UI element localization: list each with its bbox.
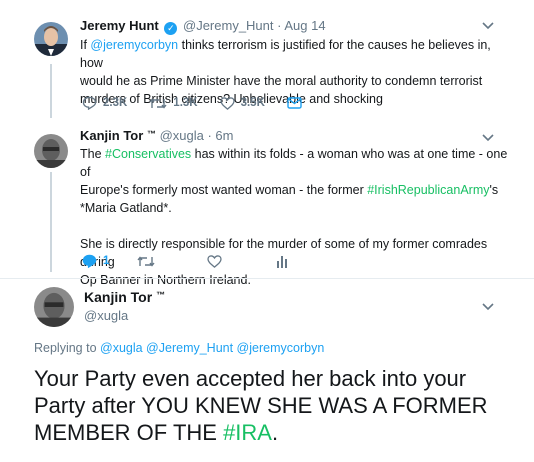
text-segment: MEMBER OF THE	[34, 420, 224, 445]
chevron-down-icon[interactable]	[482, 299, 494, 314]
avatar-kanjin-tor[interactable]	[34, 287, 74, 327]
text-segment: Europe's formerly most wanted woman - th…	[80, 183, 368, 197]
avatar-jeremy-hunt[interactable]	[34, 22, 68, 56]
text-line: *Maria Gatland*.	[80, 201, 172, 215]
author-handle[interactable]: @xugla	[160, 128, 204, 143]
retweet-button[interactable]	[137, 255, 161, 268]
author-name[interactable]: Kanjin Tor	[84, 289, 152, 305]
text-segment: .	[271, 420, 279, 445]
author-handle[interactable]: @Jeremy_Hunt	[183, 18, 274, 33]
text-line: Party after YOU KNEW SHE WAS A FORMER	[34, 393, 488, 418]
analytics-icon	[277, 255, 288, 268]
tweet2-header: Kanjin Tor ™ @xugla · 6m	[80, 128, 233, 143]
message-button[interactable]	[287, 97, 308, 109]
chevron-down-icon[interactable]	[482, 130, 494, 145]
reply-button[interactable]: 2.3K	[82, 96, 127, 110]
author-handle[interactable]: @xugla	[84, 308, 128, 323]
trademark: ™	[146, 129, 156, 139]
tweet-kanjin-tor-1[interactable]: Kanjin Tor ™ @xugla · 6m The #Conservati…	[0, 124, 534, 287]
hashtag-ira-full[interactable]: #IrishRepublicanArmy	[367, 183, 489, 197]
tweet-kanjin-tor-focused[interactable]: Kanjin Tor ™ @xugla Replying to @xugla @…	[0, 279, 534, 462]
tweet3-text: Your Party even accepted her back into y…	[34, 365, 514, 446]
replying-label: Replying to	[34, 341, 101, 355]
reply-targets[interactable]: @xugla @Jeremy_Hunt @jeremycorbyn	[100, 341, 324, 355]
message-icon	[287, 97, 302, 109]
trademark: ™	[156, 290, 166, 300]
tweet3-author: Kanjin Tor ™	[84, 289, 165, 305]
text-segment: 's	[489, 183, 499, 197]
tweet-jeremy-hunt[interactable]: Jeremy Hunt ✓ @Jeremy_Hunt · Aug 14 If @…	[0, 0, 534, 124]
like-button[interactable]: 3.5K	[219, 96, 265, 110]
like-button[interactable]	[207, 254, 228, 268]
tweet-thread-card: Jeremy Hunt ✓ @Jeremy_Hunt · Aug 14 If @…	[0, 0, 534, 462]
text-line: would he as Prime Minister have the mora…	[80, 74, 483, 88]
reply-button[interactable]: 1	[82, 254, 109, 268]
reply-count: 2.3K	[103, 97, 128, 109]
text-segment: The	[80, 147, 106, 161]
text-segment: If	[80, 38, 91, 52]
tweet-time[interactable]: 6m	[215, 128, 233, 143]
author-name[interactable]: Jeremy Hunt	[80, 18, 159, 33]
author-name[interactable]: Kanjin Tor	[80, 128, 143, 143]
avatar-kanjin-tor[interactable]	[34, 134, 68, 168]
text-line: Your Party even accepted her back into y…	[34, 366, 467, 391]
tweet2-actions: 1	[82, 254, 316, 268]
tweet1-actions: 2.3K 1.3K 3.5K	[82, 96, 330, 110]
hashtag-conservatives[interactable]: #Conservatives	[105, 147, 191, 161]
reply-count: 1	[103, 255, 110, 267]
replying-to: Replying to @xugla @Jeremy_Hunt @jeremyc…	[34, 341, 324, 355]
reply-icon	[82, 96, 97, 110]
separator: ·	[273, 18, 285, 33]
retweet-icon	[149, 97, 167, 109]
reply-icon	[82, 254, 97, 268]
hashtag-ira[interactable]: #IRA	[223, 420, 272, 445]
tweet-time[interactable]: Aug 14	[284, 18, 325, 33]
mention-link[interactable]: @jeremycorbyn	[90, 38, 178, 52]
verified-badge-icon: ✓	[164, 22, 178, 35]
retweet-button[interactable]: 1.3K	[149, 97, 198, 110]
retweet-count: 1.3K	[173, 97, 198, 109]
retweet-icon	[137, 255, 155, 267]
chevron-down-icon[interactable]	[482, 18, 494, 33]
separator: ·	[203, 128, 216, 143]
like-icon	[219, 96, 235, 110]
tweet1-header: Jeremy Hunt ✓ @Jeremy_Hunt · Aug 14	[80, 18, 326, 35]
like-count: 3.5K	[240, 97, 265, 109]
like-icon	[207, 254, 223, 268]
analytics-button[interactable]	[276, 255, 294, 268]
